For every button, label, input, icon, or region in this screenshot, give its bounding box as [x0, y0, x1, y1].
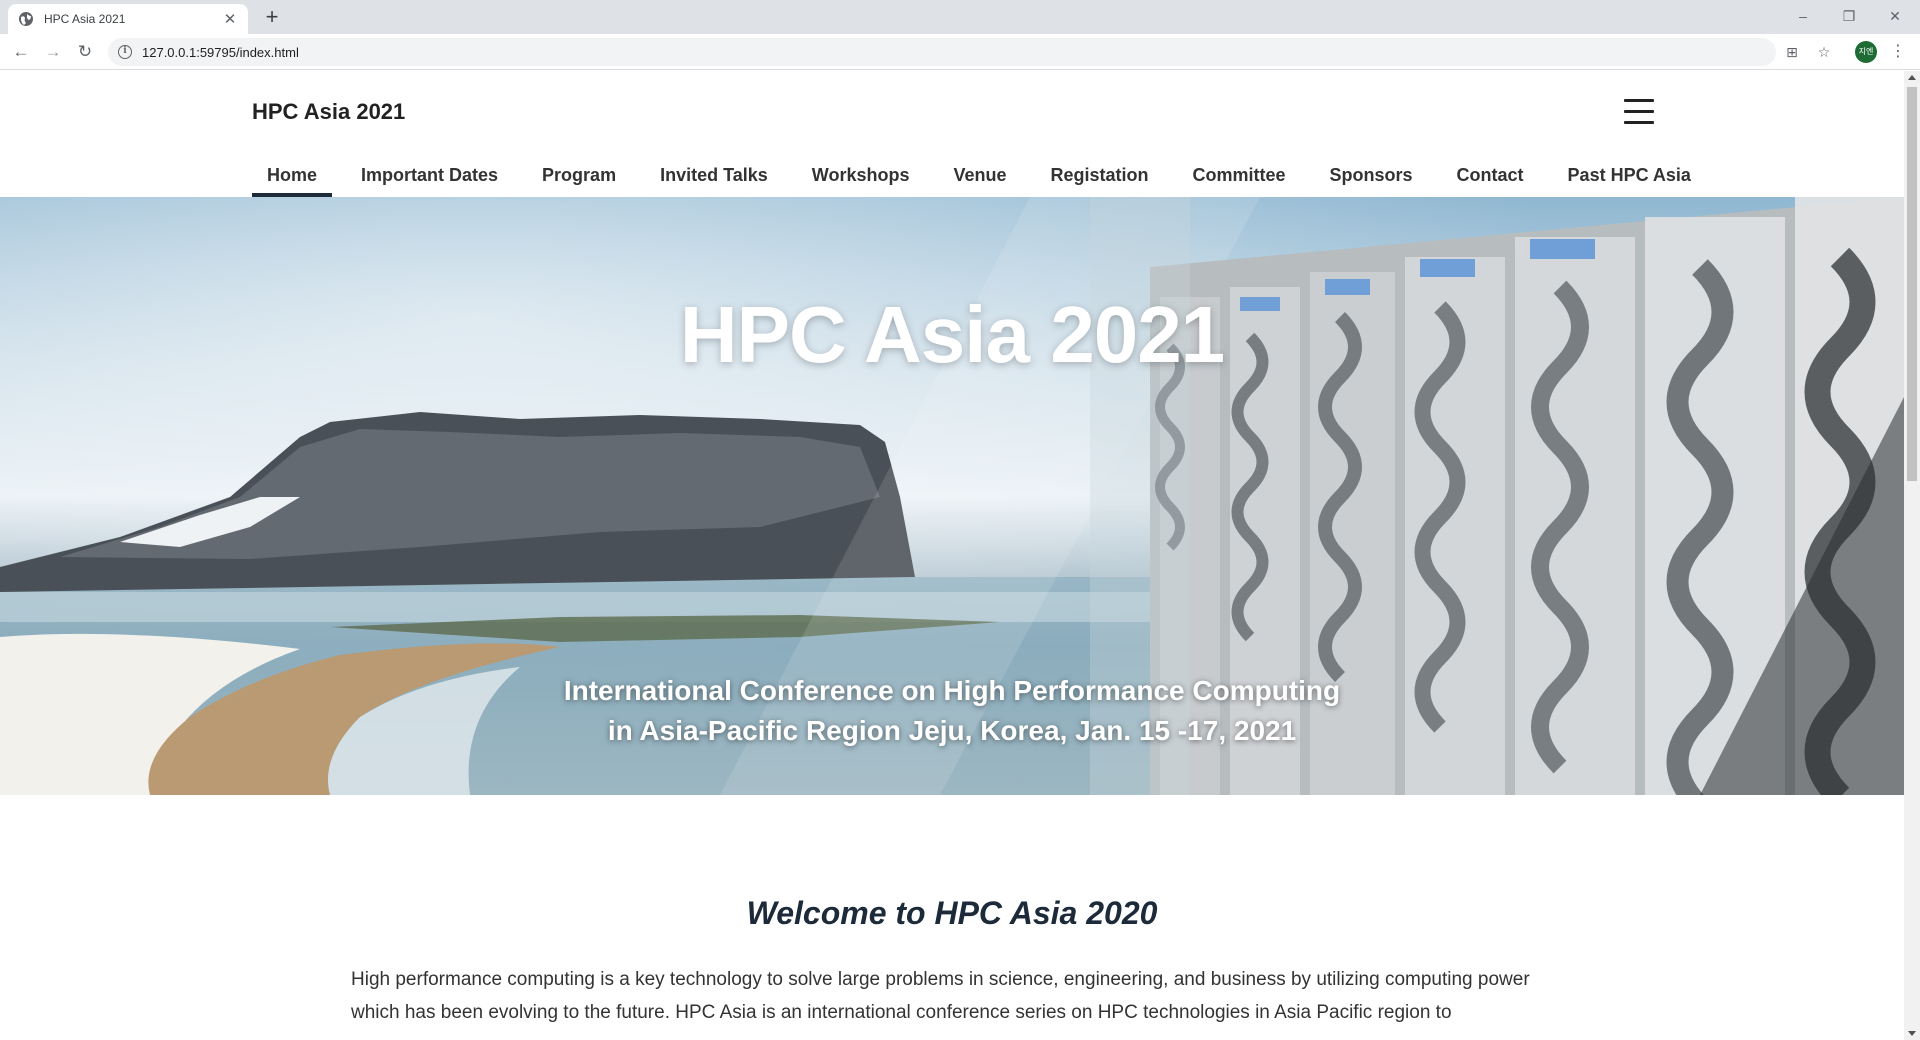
nav-program[interactable]: Program: [527, 161, 631, 197]
nav-committee[interactable]: Committee: [1178, 161, 1301, 197]
hero-subtitle: International Conference on High Perform…: [0, 671, 1904, 751]
tab-title: HPC Asia 2021: [44, 12, 126, 26]
nav-invited-talks[interactable]: Invited Talks: [645, 161, 783, 197]
back-arrow-icon[interactable]: ←: [9, 40, 33, 64]
new-tab-button[interactable]: +: [260, 5, 284, 29]
forward-arrow-icon[interactable]: →: [41, 40, 65, 64]
nav-contact[interactable]: Contact: [1442, 161, 1539, 197]
restore-button[interactable]: ❐: [1826, 4, 1872, 28]
nav-workshops[interactable]: Workshops: [797, 161, 925, 197]
page-viewport: HPC Asia 2021 Home Important Dates Progr…: [0, 71, 1904, 1040]
page-scrollbar[interactable]: [1904, 71, 1920, 1040]
bookmark-star-icon[interactable]: ☆: [1814, 42, 1834, 62]
info-icon[interactable]: i: [118, 45, 132, 59]
translate-icon[interactable]: ⊞: [1782, 42, 1802, 62]
nav-registration[interactable]: Registation: [1036, 161, 1164, 197]
nav-past-hpc-asia[interactable]: Past HPC Asia: [1553, 161, 1706, 197]
url-text: 127.0.0.1:59795/index.html: [142, 44, 299, 60]
nav-sponsors[interactable]: Sponsors: [1315, 161, 1428, 197]
nav-venue[interactable]: Venue: [938, 161, 1021, 197]
site-header: HPC Asia 2021 Home Important Dates Progr…: [0, 71, 1904, 197]
site-brand[interactable]: HPC Asia 2021: [252, 99, 405, 125]
hero-subtitle-line1: International Conference on High Perform…: [563, 675, 1341, 706]
close-window-button[interactable]: ✕: [1872, 4, 1918, 28]
hero-title: HPC Asia 2021: [679, 290, 1225, 379]
nav-important-dates[interactable]: Important Dates: [346, 161, 513, 197]
hamburger-menu-icon[interactable]: [1624, 99, 1654, 125]
close-tab-icon[interactable]: ✕: [222, 10, 238, 28]
profile-avatar[interactable]: 지엔: [1855, 41, 1877, 63]
nav-home[interactable]: Home: [252, 161, 333, 197]
intro-paragraph: High performance computing is a key tech…: [351, 969, 1530, 1023]
scroll-up-arrow-icon[interactable]: [1908, 75, 1916, 80]
browser-menu-icon[interactable]: ⋮: [1890, 40, 1906, 64]
scroll-thumb[interactable]: [1907, 87, 1917, 481]
address-bar[interactable]: i 127.0.0.1:59795/index.html ⊞ ☆: [108, 38, 1830, 66]
main-nav: Home Important Dates Program Invited Tal…: [252, 161, 1720, 197]
browser-tab[interactable]: HPC Asia 2021 ✕: [8, 4, 248, 34]
hero-subtitle-line2: in Asia-Pacific Region Jeju, Korea, Jan.…: [607, 715, 1297, 746]
browser-toolbar: ← → ↻ i 127.0.0.1:59795/index.html ⊞ ☆ 지…: [0, 34, 1920, 70]
welcome-heading: Welcome to HPC Asia 2020: [746, 895, 1158, 931]
reload-icon[interactable]: ↻: [73, 40, 97, 64]
globe-icon: [19, 12, 33, 26]
minimize-button[interactable]: –: [1780, 4, 1826, 28]
browser-tabbar: HPC Asia 2021 ✕ + – ❐ ✕: [0, 0, 1920, 34]
hero-banner: HPC Asia 2021 International Conference o…: [0, 197, 1904, 795]
scroll-down-arrow-icon[interactable]: [1908, 1031, 1916, 1036]
